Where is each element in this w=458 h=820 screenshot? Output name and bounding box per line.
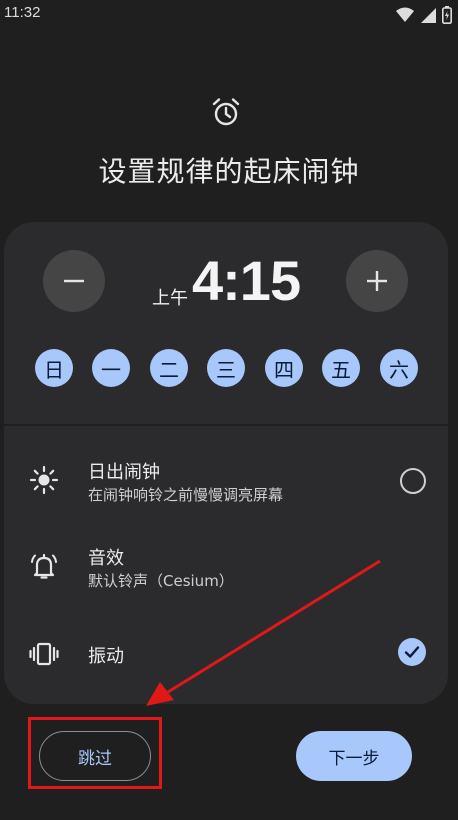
vibrate-title: 振动 [88,646,124,667]
annotation-highlight-box [28,717,162,789]
vibrate-row[interactable]: 振动 [4,614,448,694]
sunrise-alarm-radio[interactable] [400,468,426,494]
sunrise-alarm-subtitle: 在闹钟响铃之前慢慢调亮屏幕 [88,486,284,504]
bell-ring-icon [31,553,57,579]
sun-icon [29,465,59,495]
alarm-settings-card: 上午 4:15 日 一 二 三 四 五 六 日出闹钟 在闹钟响铃之前慢慢调亮屏幕… [4,222,448,704]
sound-subtitle: 默认铃声（Cesium） [88,572,234,590]
day-chip-sunday[interactable]: 日 [35,349,73,387]
day-chip-monday[interactable]: 一 [92,349,130,387]
sunrise-alarm-row[interactable]: 日出闹钟 在闹钟响铃之前慢慢调亮屏幕 [4,440,448,520]
card-divider [4,424,448,426]
wifi-icon [396,7,414,22]
ampm-label: 上午 [152,288,188,309]
time-display[interactable]: 上午 4:15 [144,249,314,312]
sound-row[interactable]: 音效 默认铃声（Cesium） [4,528,448,608]
checkmark-icon [404,646,420,658]
day-chip-saturday[interactable]: 六 [380,349,418,387]
vibrate-checkbox[interactable] [398,638,426,666]
sound-title: 音效 [88,548,124,569]
day-chip-thursday[interactable]: 四 [265,349,303,387]
increase-time-button[interactable] [346,250,408,312]
sunrise-alarm-title: 日出闹钟 [88,462,160,483]
day-chip-wednesday[interactable]: 三 [207,349,245,387]
alarm-clock-icon [212,98,240,126]
vibrate-icon [29,642,59,666]
battery-icon [442,6,452,24]
minus-icon [64,279,84,283]
status-time: 11:32 [4,4,41,21]
page-title: 设置规律的起床闹钟 [98,155,360,188]
status-icons [396,5,452,25]
next-button[interactable]: 下一步 [296,731,412,781]
plus-icon [367,271,387,291]
decrease-time-button[interactable] [43,250,105,312]
signal-icon [421,8,436,23]
time-value: 4:15 [192,249,301,312]
day-chip-tuesday[interactable]: 二 [150,349,188,387]
day-chip-friday[interactable]: 五 [322,349,360,387]
status-bar: 11:32 [0,0,458,30]
